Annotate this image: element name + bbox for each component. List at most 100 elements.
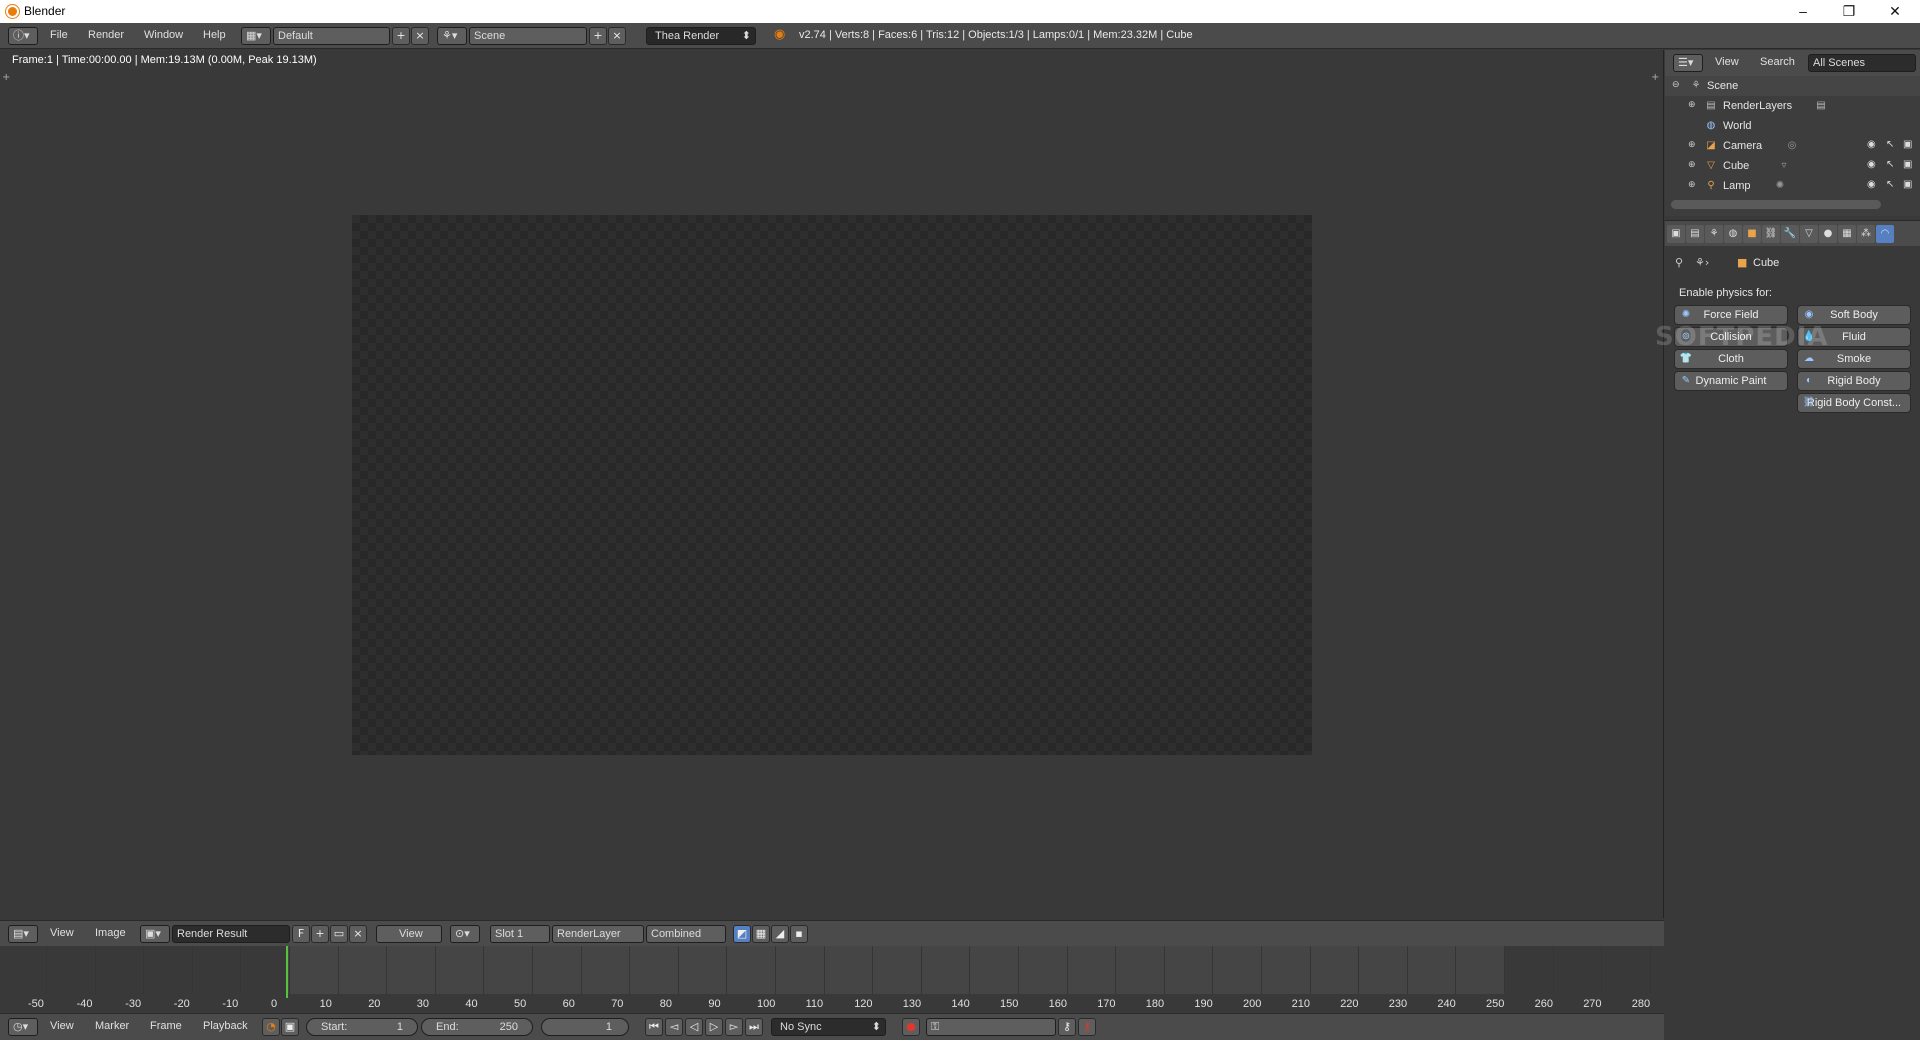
render-pass-selector[interactable]: Combined: [646, 925, 726, 943]
renderability-camera-icon[interactable]: ▣: [1903, 139, 1915, 151]
particles-tab-icon[interactable]: ⁂: [1857, 225, 1875, 243]
mesh-data-tab-icon[interactable]: ▽: [1800, 225, 1818, 243]
material-tab-icon[interactable]: ●: [1819, 225, 1837, 243]
maximize-button[interactable]: ❐: [1826, 0, 1872, 23]
fake-user-button[interactable]: F: [292, 925, 310, 943]
play-reverse-icon[interactable]: ◁: [685, 1018, 703, 1036]
editor-type-image-icon[interactable]: ▤▾: [8, 925, 38, 943]
minimize-button[interactable]: –: [1780, 0, 1826, 23]
object-tab-icon[interactable]: ■: [1743, 225, 1761, 243]
outliner-scrollbar[interactable]: [1671, 200, 1881, 209]
add-scene-icon[interactable]: +: [589, 27, 607, 45]
jump-keyframe-back-icon[interactable]: ◅: [665, 1018, 683, 1036]
outliner-item-camera[interactable]: ⊕ ◪ Camera ◎ ◉ ↖ ▣: [1665, 136, 1920, 156]
physics-tab-icon[interactable]: ◠: [1876, 225, 1894, 243]
selectability-cursor-icon[interactable]: ↖: [1886, 159, 1898, 171]
visibility-eye-icon[interactable]: ◉: [1867, 159, 1879, 171]
render-tab-icon[interactable]: ▣: [1667, 225, 1685, 243]
outliner-item-world[interactable]: ◍ World: [1665, 116, 1920, 136]
editor-type-info-icon[interactable]: ⓘ▾: [8, 27, 38, 45]
cloth-button[interactable]: 👕 Cloth: [1674, 349, 1788, 369]
pivot-icon[interactable]: ⊙▾: [450, 925, 480, 943]
render-layers-tab-icon[interactable]: ▤: [1686, 225, 1704, 243]
menu-marker[interactable]: Marker: [95, 1020, 129, 1032]
modifiers-tab-icon[interactable]: 🔧: [1781, 225, 1799, 243]
rigid-body-constraint-button[interactable]: ⛓ Rigid Body Const...: [1797, 393, 1911, 413]
jump-keyframe-forward-icon[interactable]: ▻: [725, 1018, 743, 1036]
browse-image-icon[interactable]: ▣▾: [140, 925, 170, 943]
end-frame-field[interactable]: End: 250: [421, 1018, 533, 1036]
preview-range-icon[interactable]: ◔: [262, 1018, 280, 1036]
image-name-field[interactable]: Render Result: [172, 925, 290, 943]
visibility-eye-icon[interactable]: ◉: [1867, 179, 1879, 191]
close-button[interactable]: ✕: [1872, 0, 1918, 23]
selectability-cursor-icon[interactable]: ↖: [1886, 179, 1898, 191]
expand-icon[interactable]: ⊕: [1688, 179, 1696, 190]
draw-alpha-icon[interactable]: ▦: [752, 925, 770, 943]
jump-start-icon[interactable]: ⏮: [645, 1018, 663, 1036]
menu-file[interactable]: File: [50, 29, 68, 41]
play-icon[interactable]: ▷: [705, 1018, 723, 1036]
renderability-camera-icon[interactable]: ▣: [1903, 179, 1915, 191]
menu-image[interactable]: Image: [95, 927, 126, 939]
pin-icon[interactable]: ⚲: [1675, 256, 1683, 269]
expand-icon[interactable]: ⊕: [1688, 99, 1696, 110]
menu-view[interactable]: View: [50, 927, 74, 939]
outliner-item-renderlayers[interactable]: ⊕ ▤ RenderLayers ▤: [1665, 96, 1920, 116]
open-image-icon[interactable]: ▭: [330, 925, 348, 943]
start-frame-field[interactable]: Start: 1: [306, 1018, 418, 1036]
draw-z-buffer-icon[interactable]: ◢: [771, 925, 789, 943]
world-tab-icon[interactable]: ◍: [1724, 225, 1742, 243]
view-mode-selector[interactable]: View: [376, 925, 442, 943]
draw-image-alpha-icon[interactable]: ◩: [733, 925, 751, 943]
display-mode-selector[interactable]: All Scenes: [1808, 54, 1916, 72]
collapse-icon[interactable]: ⊖: [1672, 79, 1680, 90]
playhead[interactable]: [286, 946, 288, 998]
menu-view[interactable]: View: [1715, 56, 1739, 68]
area-split-handle-icon[interactable]: +: [1651, 72, 1659, 83]
expand-icon[interactable]: ⊕: [1688, 139, 1696, 150]
outliner-item-lamp[interactable]: ⊕ ⚲ Lamp ✺ ◉ ↖ ▣: [1665, 176, 1920, 196]
layout-selector[interactable]: Default: [273, 27, 390, 45]
editor-type-timeline-icon[interactable]: ◷▾: [8, 1018, 38, 1036]
record-icon[interactable]: ●: [902, 1018, 920, 1036]
render-engine-selector[interactable]: Thea Render ⬍: [646, 27, 756, 45]
editor-type-outliner-icon[interactable]: ☰▾: [1673, 54, 1703, 72]
menu-view[interactable]: View: [50, 1020, 74, 1032]
menu-help[interactable]: Help: [203, 29, 226, 41]
jump-end-icon[interactable]: ⏭: [745, 1018, 763, 1036]
rigid-body-button[interactable]: ◐ Rigid Body: [1797, 371, 1911, 391]
lock-icon[interactable]: ▣: [281, 1018, 299, 1036]
delete-keyframe-icon[interactable]: ⚷: [1078, 1018, 1096, 1036]
screen-layout-icon[interactable]: ▦▾: [241, 27, 271, 45]
remove-layout-icon[interactable]: ×: [411, 27, 429, 45]
dynamic-paint-button[interactable]: ✎ Dynamic Paint: [1674, 371, 1788, 391]
slot-selector[interactable]: Slot 1: [490, 925, 550, 943]
insert-keyframe-icon[interactable]: ⚷: [1058, 1018, 1076, 1036]
keying-set-field[interactable]: ⚿: [926, 1018, 1056, 1036]
renderability-camera-icon[interactable]: ▣: [1903, 159, 1915, 171]
smoke-button[interactable]: ☁ Smoke: [1797, 349, 1911, 369]
render-result-canvas[interactable]: [352, 215, 1312, 755]
new-image-icon[interactable]: +: [311, 925, 329, 943]
render-layer-selector[interactable]: RenderLayer: [552, 925, 644, 943]
current-frame-field[interactable]: 1: [541, 1018, 629, 1036]
menu-frame[interactable]: Frame: [150, 1020, 182, 1032]
remove-scene-icon[interactable]: ×: [608, 27, 626, 45]
texture-tab-icon[interactable]: ▦: [1838, 225, 1856, 243]
draw-channels-icon[interactable]: ▪: [790, 925, 808, 943]
visibility-eye-icon[interactable]: ◉: [1867, 139, 1879, 151]
unlink-image-icon[interactable]: ×: [349, 925, 367, 943]
scene-selector[interactable]: Scene: [469, 27, 587, 45]
menu-render[interactable]: Render: [88, 29, 124, 41]
constraints-tab-icon[interactable]: ⛓: [1762, 225, 1780, 243]
add-layout-icon[interactable]: +: [392, 27, 410, 45]
selectability-cursor-icon[interactable]: ↖: [1886, 139, 1898, 151]
menu-search[interactable]: Search: [1760, 56, 1795, 68]
outliner-item-cube[interactable]: ⊕ ▽ Cube ▿ ◉ ↖ ▣: [1665, 156, 1920, 176]
menu-playback[interactable]: Playback: [203, 1020, 248, 1032]
scene-tab-icon[interactable]: ⚘: [1705, 225, 1723, 243]
area-split-handle-icon[interactable]: +: [2, 72, 10, 83]
outliner-item-scene[interactable]: ⊖ ⚘ Scene: [1665, 76, 1920, 96]
menu-window[interactable]: Window: [144, 29, 183, 41]
